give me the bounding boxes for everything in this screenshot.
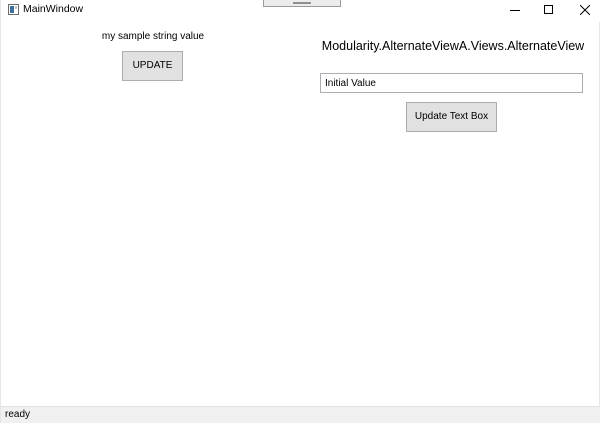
main-window: MainWindow my sample string value UPDATE… bbox=[0, 0, 600, 423]
title-bar[interactable]: MainWindow bbox=[1, 0, 600, 22]
app-window-icon[interactable] bbox=[8, 4, 19, 15]
value-text-box[interactable] bbox=[320, 73, 583, 93]
sample-string-label: my sample string value bbox=[101, 31, 205, 42]
content-area: my sample string value UPDATE Modularity… bbox=[1, 22, 600, 406]
region-drag-handle[interactable] bbox=[263, 0, 341, 7]
status-text: ready bbox=[5, 409, 31, 420]
update-text-box-button[interactable]: Update Text Box bbox=[406, 102, 497, 132]
close-button[interactable] bbox=[567, 0, 600, 20]
maximize-button[interactable] bbox=[531, 0, 567, 20]
minimize-icon bbox=[510, 10, 520, 11]
maximize-icon bbox=[544, 5, 553, 14]
view-title: Modularity.AlternateViewA.Views.Alternat… bbox=[321, 39, 585, 53]
minimize-button[interactable] bbox=[497, 0, 533, 20]
window-title: MainWindow bbox=[23, 3, 84, 15]
update-button[interactable]: UPDATE bbox=[122, 51, 183, 81]
alternate-view-region: Modularity.AlternateViewA.Views.Alternat… bbox=[305, 22, 600, 406]
status-bar: ready bbox=[1, 406, 600, 423]
left-region: my sample string value UPDATE bbox=[1, 22, 305, 406]
close-icon bbox=[580, 5, 590, 15]
